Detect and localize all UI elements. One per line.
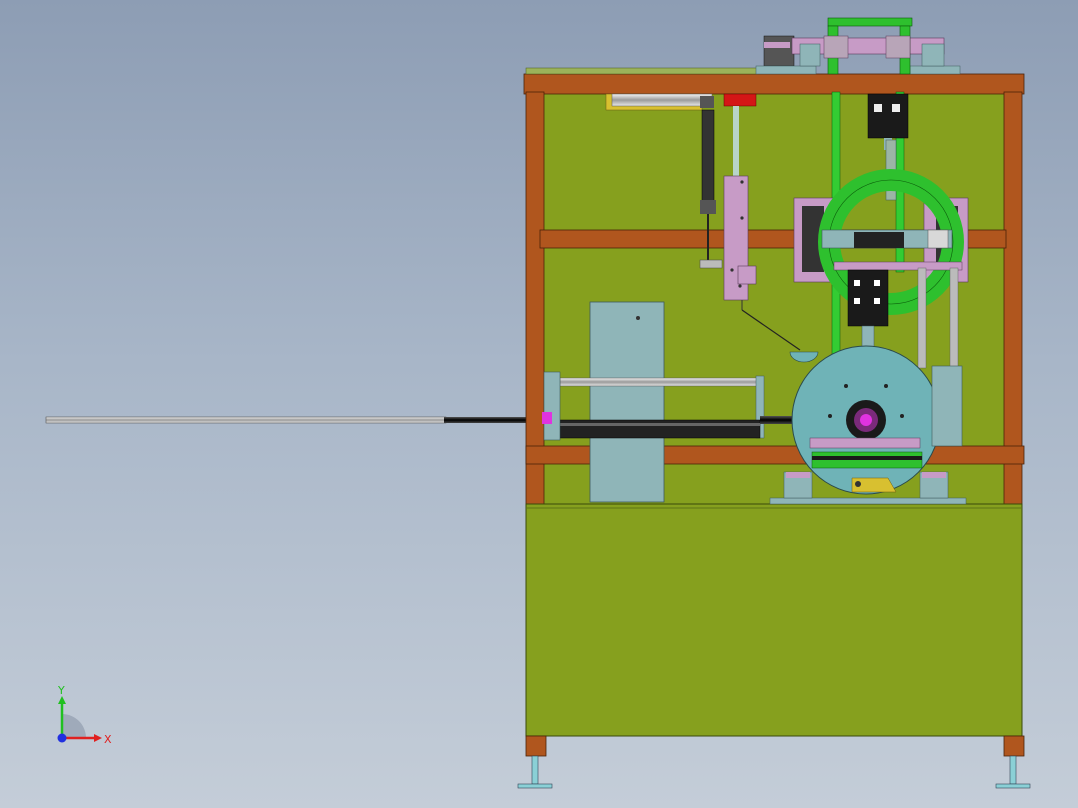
feed-rod bbox=[45, 416, 554, 424]
base-cabinet bbox=[517, 503, 1031, 789]
x-axis-label: X bbox=[104, 733, 112, 746]
left-tower bbox=[589, 301, 665, 503]
xyz-triad-icon: Y X bbox=[57, 684, 112, 746]
top-pulley-assembly bbox=[755, 17, 961, 75]
top-beam bbox=[523, 73, 1025, 95]
right-post bbox=[1003, 91, 1023, 507]
cad-viewport[interactable]: Y X bbox=[0, 0, 1078, 808]
machine-assembly-model[interactable] bbox=[0, 0, 1078, 808]
y-axis-label: Y bbox=[57, 684, 65, 697]
left-post bbox=[525, 91, 545, 507]
z-axis-dot bbox=[57, 733, 67, 743]
